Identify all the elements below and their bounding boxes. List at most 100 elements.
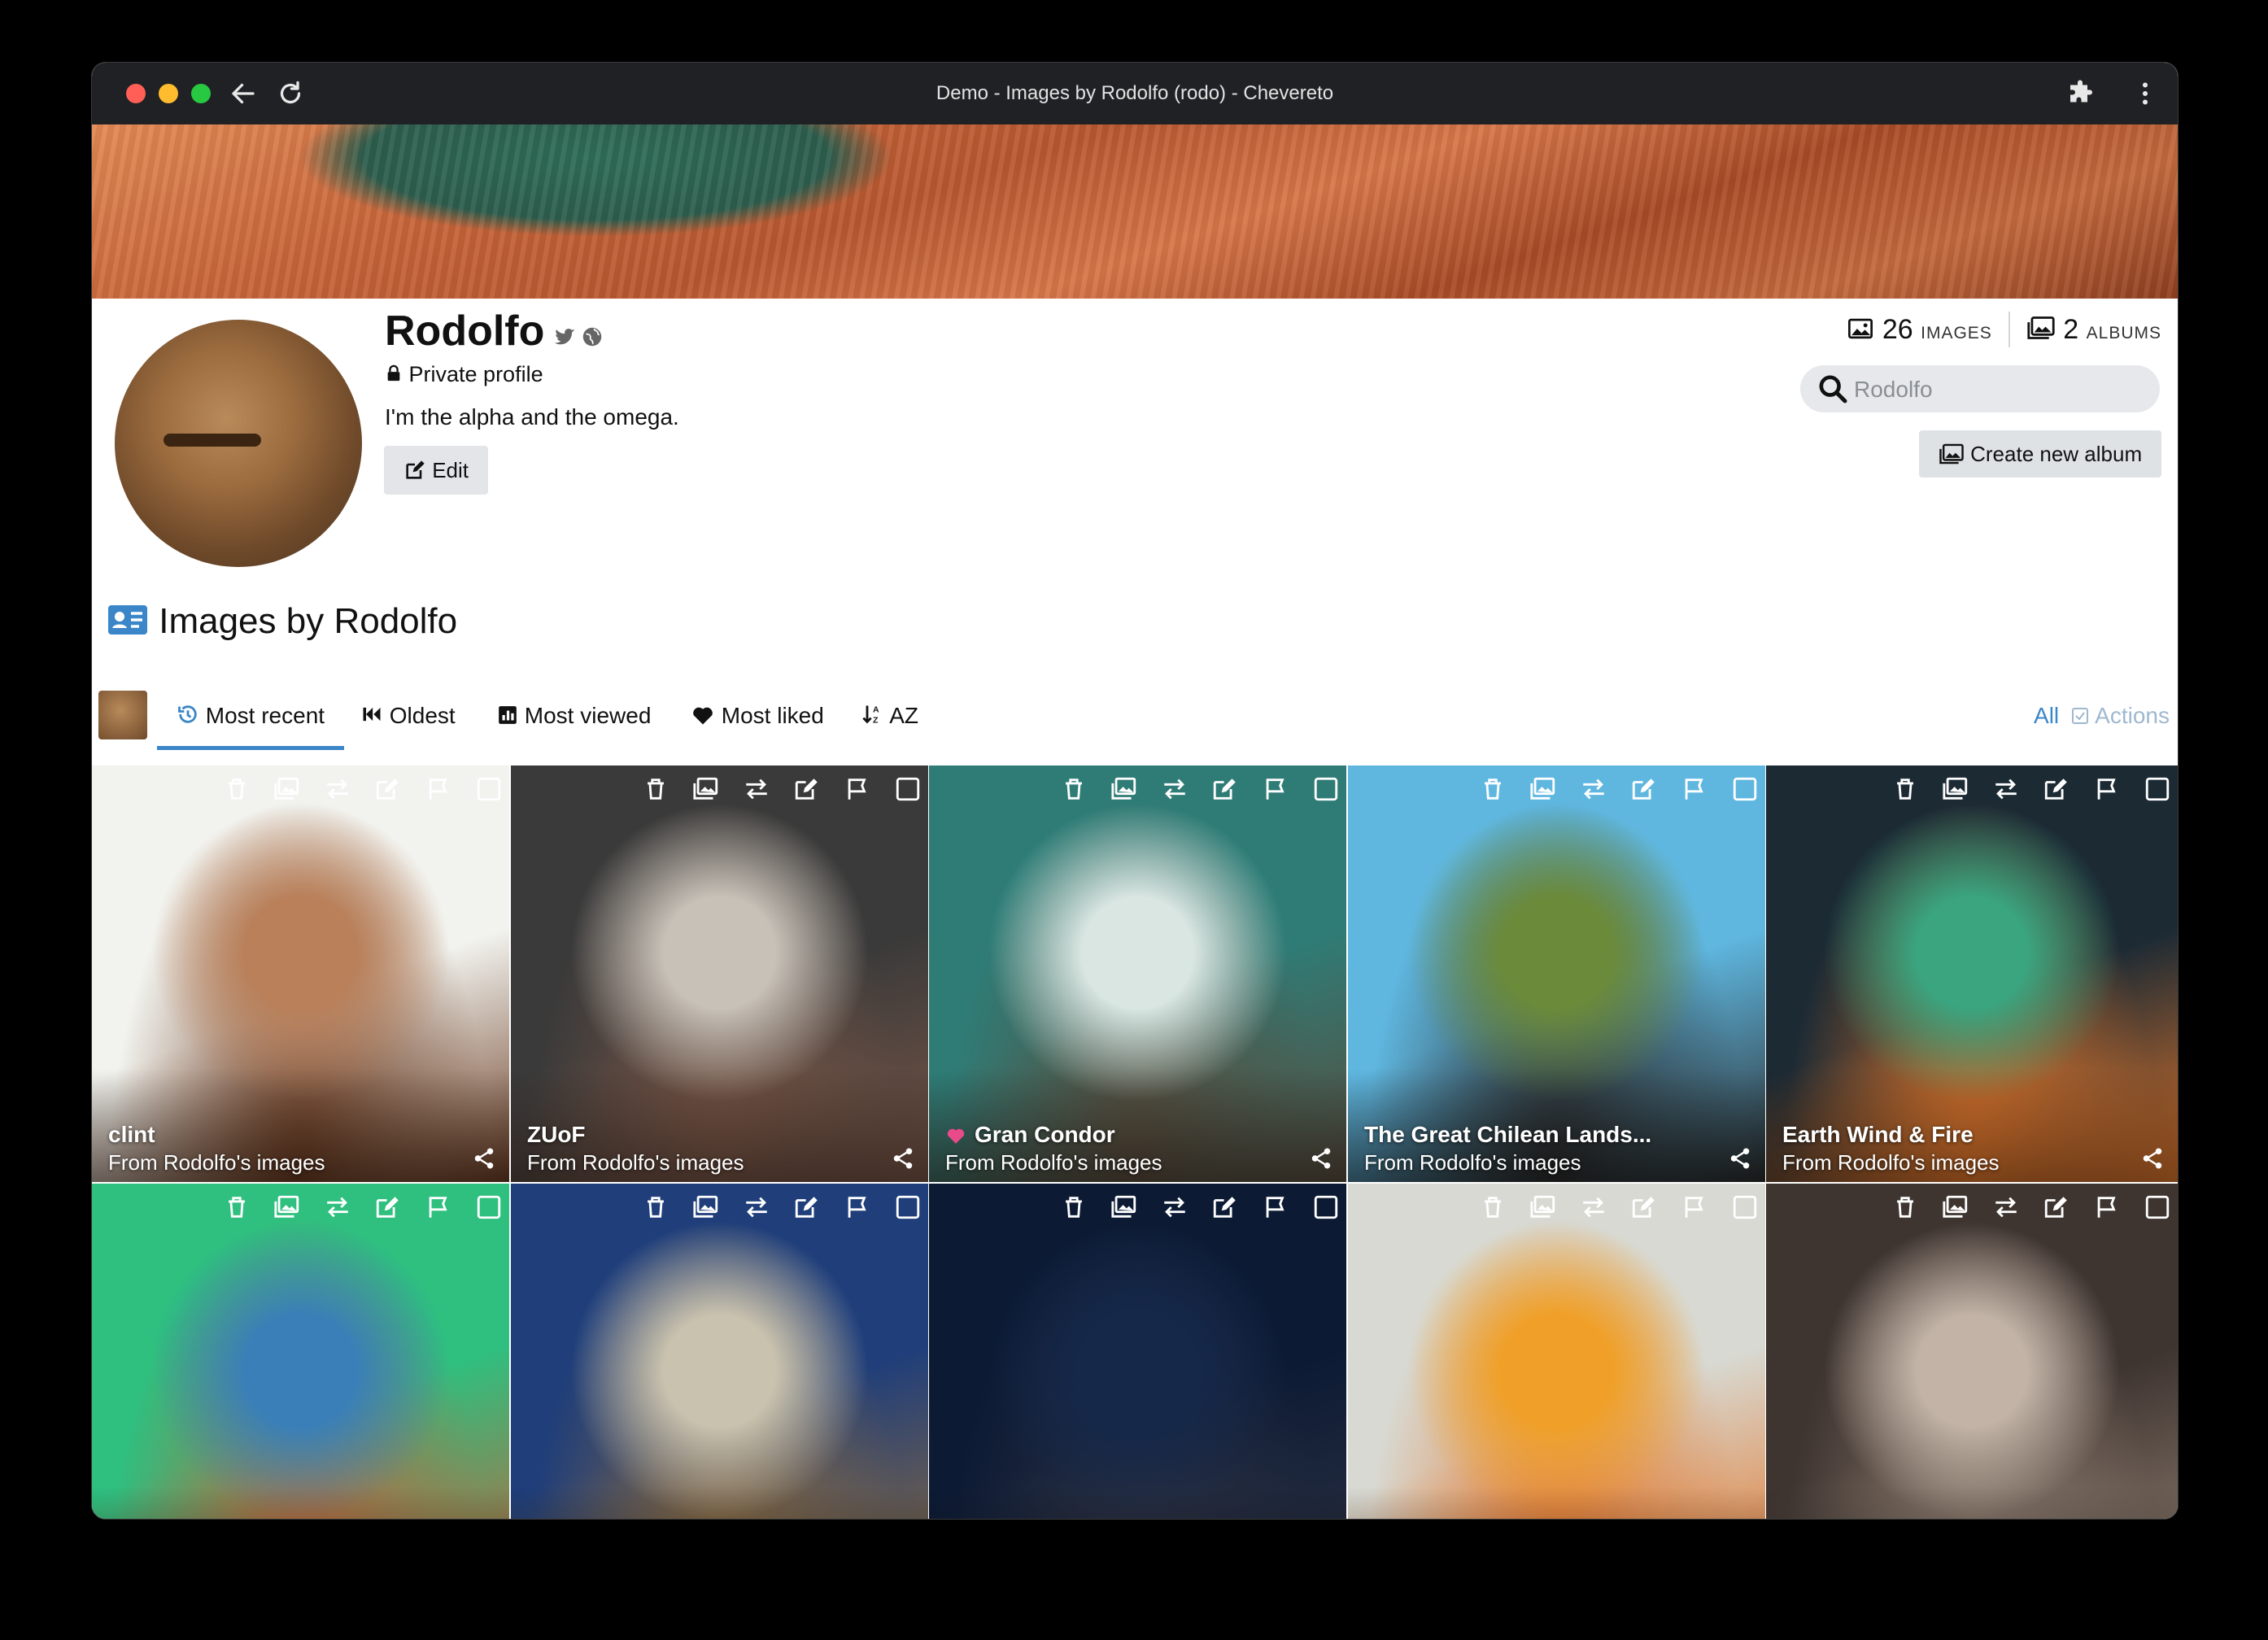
select-checkbox-icon[interactable] bbox=[2144, 775, 2171, 803]
delete-icon[interactable] bbox=[1891, 775, 1919, 803]
swap-icon[interactable] bbox=[1992, 775, 2020, 803]
extensions-puzzle-icon[interactable] bbox=[2065, 79, 2095, 108]
share-icon[interactable] bbox=[891, 1146, 915, 1171]
flag-icon[interactable] bbox=[844, 775, 871, 803]
image-tile[interactable] bbox=[929, 1184, 1346, 1519]
image-tile[interactable] bbox=[92, 1184, 509, 1519]
swap-icon[interactable] bbox=[1161, 775, 1189, 803]
more-menu-icon[interactable] bbox=[2131, 79, 2160, 108]
twitter-icon[interactable] bbox=[552, 325, 577, 349]
flag-icon[interactable] bbox=[1262, 1193, 1289, 1221]
image-tile[interactable] bbox=[1766, 1184, 2178, 1519]
delete-icon[interactable] bbox=[642, 1193, 669, 1221]
select-checkbox-icon[interactable] bbox=[2144, 1193, 2171, 1221]
edit-icon[interactable] bbox=[374, 775, 402, 803]
delete-icon[interactable] bbox=[1479, 1193, 1507, 1221]
image-tile[interactable]: clint From Rodolfo's images bbox=[92, 765, 509, 1182]
user-mini-avatar[interactable] bbox=[98, 691, 147, 739]
create-album-button[interactable]: Create new album bbox=[1919, 430, 2161, 478]
share-icon[interactable] bbox=[2140, 1146, 2165, 1171]
delete-icon[interactable] bbox=[1060, 1193, 1088, 1221]
flag-icon[interactable] bbox=[844, 1193, 871, 1221]
select-checkbox-icon[interactable] bbox=[894, 775, 922, 803]
checkbox-icon[interactable] bbox=[2070, 706, 2090, 726]
edit-icon[interactable] bbox=[793, 1193, 821, 1221]
image-tile[interactable]: ZUoF From Rodolfo's images bbox=[511, 765, 928, 1182]
swap-icon[interactable] bbox=[743, 775, 770, 803]
actions-menu[interactable]: Actions bbox=[2095, 703, 2170, 728]
delete-icon[interactable] bbox=[223, 775, 251, 803]
delete-icon[interactable] bbox=[642, 775, 669, 803]
images-stat[interactable]: 26 IMAGES bbox=[1847, 314, 1991, 346]
albums-stat[interactable]: 2 ALBUMS bbox=[2026, 314, 2161, 346]
tile-title[interactable]: The Great Chilean Lands... bbox=[1364, 1122, 1651, 1148]
user-avatar[interactable] bbox=[115, 320, 362, 567]
search-input[interactable] bbox=[1852, 365, 2148, 414]
flag-icon[interactable] bbox=[2093, 775, 2121, 803]
tile-subtitle[interactable]: From Rodolfo's images bbox=[1364, 1150, 1581, 1175]
select-checkbox-icon[interactable] bbox=[475, 775, 503, 803]
move-to-album-icon[interactable] bbox=[1942, 775, 1969, 803]
tab-most-viewed[interactable]: Most viewed bbox=[497, 681, 651, 751]
move-to-album-icon[interactable] bbox=[1529, 775, 1557, 803]
delete-icon[interactable] bbox=[1060, 775, 1088, 803]
edit-icon[interactable] bbox=[1211, 1193, 1239, 1221]
select-checkbox-icon[interactable] bbox=[1731, 1193, 1759, 1221]
tile-subtitle[interactable]: From Rodolfo's images bbox=[1782, 1150, 2000, 1175]
swap-icon[interactable] bbox=[743, 1193, 770, 1221]
share-icon[interactable] bbox=[1728, 1146, 1752, 1171]
flag-icon[interactable] bbox=[425, 775, 452, 803]
edit-icon[interactable] bbox=[1630, 1193, 1658, 1221]
edit-icon[interactable] bbox=[2043, 775, 2070, 803]
select-checkbox-icon[interactable] bbox=[894, 1193, 922, 1221]
image-tile[interactable]: Gran Condor From Rodolfo's images bbox=[929, 765, 1346, 1182]
liked-heart-icon[interactable] bbox=[945, 1125, 966, 1145]
move-to-album-icon[interactable] bbox=[273, 775, 301, 803]
delete-icon[interactable] bbox=[1891, 1193, 1919, 1221]
move-to-album-icon[interactable] bbox=[692, 1193, 720, 1221]
edit-icon[interactable] bbox=[1211, 775, 1239, 803]
tile-subtitle[interactable]: From Rodolfo's images bbox=[527, 1150, 744, 1175]
image-tile[interactable]: Earth Wind & Fire From Rodolfo's images bbox=[1766, 765, 2178, 1182]
swap-icon[interactable] bbox=[1161, 1193, 1189, 1221]
share-icon[interactable] bbox=[1309, 1146, 1333, 1171]
flag-icon[interactable] bbox=[1681, 1193, 1708, 1221]
image-tile[interactable] bbox=[511, 1184, 928, 1519]
tile-subtitle[interactable]: From Rodolfo's images bbox=[108, 1150, 325, 1175]
edit-icon[interactable] bbox=[374, 1193, 402, 1221]
tab-az[interactable]: AZ AZ bbox=[861, 681, 918, 751]
select-all-link[interactable]: All bbox=[2034, 703, 2059, 728]
image-tile[interactable] bbox=[1348, 1184, 1765, 1519]
tab-most-liked[interactable]: Most liked bbox=[691, 681, 824, 751]
tile-title[interactable]: clint bbox=[108, 1122, 155, 1148]
edit-profile-button[interactable]: Edit bbox=[384, 446, 488, 495]
select-checkbox-icon[interactable] bbox=[1731, 775, 1759, 803]
flag-icon[interactable] bbox=[1262, 775, 1289, 803]
flag-icon[interactable] bbox=[2093, 1193, 2121, 1221]
delete-icon[interactable] bbox=[223, 1193, 251, 1221]
tab-oldest[interactable]: Oldest bbox=[360, 681, 456, 751]
swap-icon[interactable] bbox=[324, 775, 351, 803]
edit-icon[interactable] bbox=[2043, 1193, 2070, 1221]
move-to-album-icon[interactable] bbox=[1110, 775, 1138, 803]
tile-title[interactable]: Earth Wind & Fire bbox=[1782, 1122, 1974, 1148]
delete-icon[interactable] bbox=[1479, 775, 1507, 803]
edit-icon[interactable] bbox=[1630, 775, 1658, 803]
swap-icon[interactable] bbox=[1580, 775, 1607, 803]
image-tile[interactable]: The Great Chilean Lands... From Rodolfo's… bbox=[1348, 765, 1765, 1182]
move-to-album-icon[interactable] bbox=[1110, 1193, 1138, 1221]
move-to-album-icon[interactable] bbox=[1529, 1193, 1557, 1221]
select-checkbox-icon[interactable] bbox=[1312, 1193, 1340, 1221]
edit-icon[interactable] bbox=[793, 775, 821, 803]
swap-icon[interactable] bbox=[324, 1193, 351, 1221]
share-icon[interactable] bbox=[472, 1146, 496, 1171]
tab-most-recent[interactable]: Most recent bbox=[177, 681, 325, 751]
tile-title[interactable]: ZUoF bbox=[527, 1122, 586, 1148]
flag-icon[interactable] bbox=[425, 1193, 452, 1221]
globe-icon[interactable] bbox=[580, 325, 604, 349]
move-to-album-icon[interactable] bbox=[273, 1193, 301, 1221]
move-to-album-icon[interactable] bbox=[1942, 1193, 1969, 1221]
flag-icon[interactable] bbox=[1681, 775, 1708, 803]
swap-icon[interactable] bbox=[1992, 1193, 2020, 1221]
tile-title[interactable]: Gran Condor bbox=[945, 1122, 1115, 1148]
